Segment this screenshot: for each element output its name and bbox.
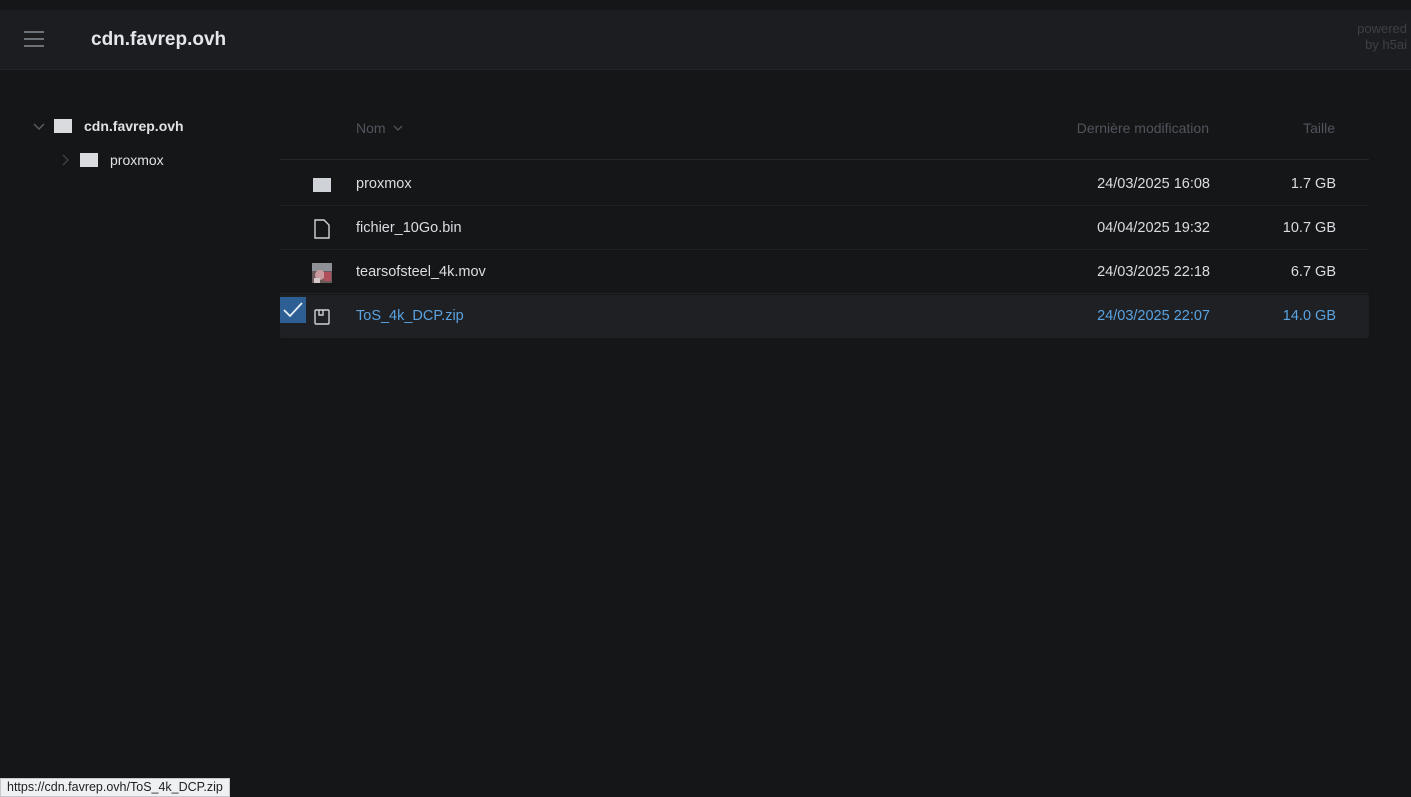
tree-item-root[interactable]: cdn.favrep.ovh	[32, 116, 184, 136]
list-item[interactable]: fichier_10Go.bin 04/04/2025 19:32 10.7 G…	[280, 207, 1369, 250]
tree-item-proxmox[interactable]: proxmox	[58, 150, 164, 170]
item-date: 24/03/2025 22:07	[1097, 308, 1210, 324]
list-item-selected[interactable]: ToS_4k_DCP.zip 24/03/2025 22:07 14.0 GB	[280, 295, 1369, 338]
item-size: 10.7 GB	[1282, 220, 1336, 236]
folder-icon	[313, 178, 331, 192]
list-item[interactable]: tearsofsteel_4k.mov 24/03/2025 22:18 6.7…	[280, 251, 1369, 294]
powered-by-label[interactable]: powered by h5ai	[1357, 21, 1407, 53]
video-thumbnail-icon	[312, 263, 332, 283]
item-date: 04/04/2025 19:32	[1097, 220, 1210, 236]
top-bar: cdn.favrep.ovh powered by h5ai	[0, 10, 1411, 70]
tree-item-label: proxmox	[110, 152, 164, 168]
item-name: ToS_4k_DCP.zip	[356, 308, 464, 324]
chevron-down-icon	[393, 125, 403, 131]
item-name: fichier_10Go.bin	[356, 220, 462, 236]
item-date: 24/03/2025 22:18	[1097, 264, 1210, 280]
tree-item-label: cdn.favrep.ovh	[84, 118, 184, 134]
breadcrumb-root[interactable]: cdn.favrep.ovh	[91, 29, 226, 51]
item-name: proxmox	[356, 176, 412, 192]
file-icon	[314, 219, 330, 239]
folder-icon	[80, 153, 98, 167]
item-size: 1.7 GB	[1290, 176, 1336, 192]
hamburger-menu-icon[interactable]	[24, 31, 44, 49]
status-url: https://cdn.favrep.ovh/ToS_4k_DCP.zip	[0, 778, 230, 797]
checkmark-icon	[283, 302, 303, 318]
list-header: Nom Dernière modification Taille	[280, 108, 1369, 160]
chevron-down-icon[interactable]	[32, 119, 46, 133]
item-date: 24/03/2025 16:08	[1097, 176, 1210, 192]
item-size: 6.7 GB	[1290, 264, 1336, 280]
item-size: 14.0 GB	[1282, 308, 1336, 324]
selection-checkbox[interactable]	[280, 297, 306, 323]
sort-by-size[interactable]: Taille	[1303, 120, 1335, 136]
folder-icon	[54, 119, 72, 133]
list-item[interactable]: proxmox 24/03/2025 16:08 1.7 GB	[280, 163, 1369, 206]
archive-icon	[314, 309, 330, 325]
sort-by-date[interactable]: Dernière modification	[1077, 120, 1209, 136]
sort-by-name[interactable]: Nom	[356, 120, 404, 136]
chevron-right-icon[interactable]	[58, 153, 72, 167]
item-name: tearsofsteel_4k.mov	[356, 264, 486, 280]
